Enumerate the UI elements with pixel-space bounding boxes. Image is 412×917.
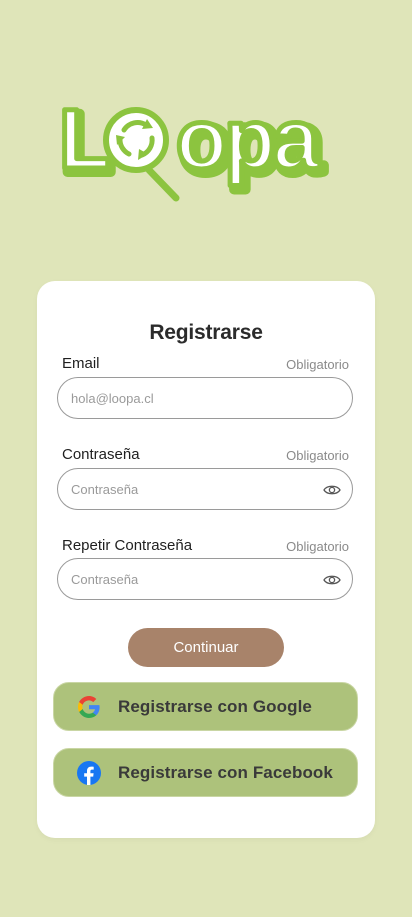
- svg-text:opa: opa: [176, 92, 321, 186]
- password-field[interactable]: [57, 468, 353, 510]
- password-required-note: Obligatorio: [286, 448, 349, 463]
- repeat-password-label: Repetir Contraseña: [62, 537, 193, 554]
- page-title: Registrarse: [149, 321, 263, 344]
- eye-icon[interactable]: [323, 483, 341, 497]
- google-icon: [78, 696, 100, 718]
- loopa-logo: L L opa opa: [57, 92, 333, 202]
- email-required-note: Obligatorio: [286, 357, 349, 372]
- eye-icon[interactable]: [323, 573, 341, 587]
- continue-button[interactable]: Continuar: [128, 628, 284, 667]
- google-signup-button[interactable]: Registrarse con Google: [53, 682, 358, 731]
- register-card: Registrarse Email Obligatorio Contraseña…: [37, 281, 375, 838]
- facebook-icon: [77, 761, 101, 785]
- facebook-signup-button[interactable]: Registrarse con Facebook: [53, 748, 358, 797]
- email-label: Email: [62, 355, 100, 372]
- google-signup-label: Registrarse con Google: [118, 697, 312, 716]
- repeat-password-field[interactable]: [57, 558, 353, 600]
- email-field[interactable]: [57, 377, 353, 419]
- facebook-signup-label: Registrarse con Facebook: [118, 763, 333, 782]
- repeat-password-required-note: Obligatorio: [286, 539, 349, 554]
- svg-text:L: L: [59, 92, 108, 186]
- password-label: Contraseña: [62, 446, 140, 463]
